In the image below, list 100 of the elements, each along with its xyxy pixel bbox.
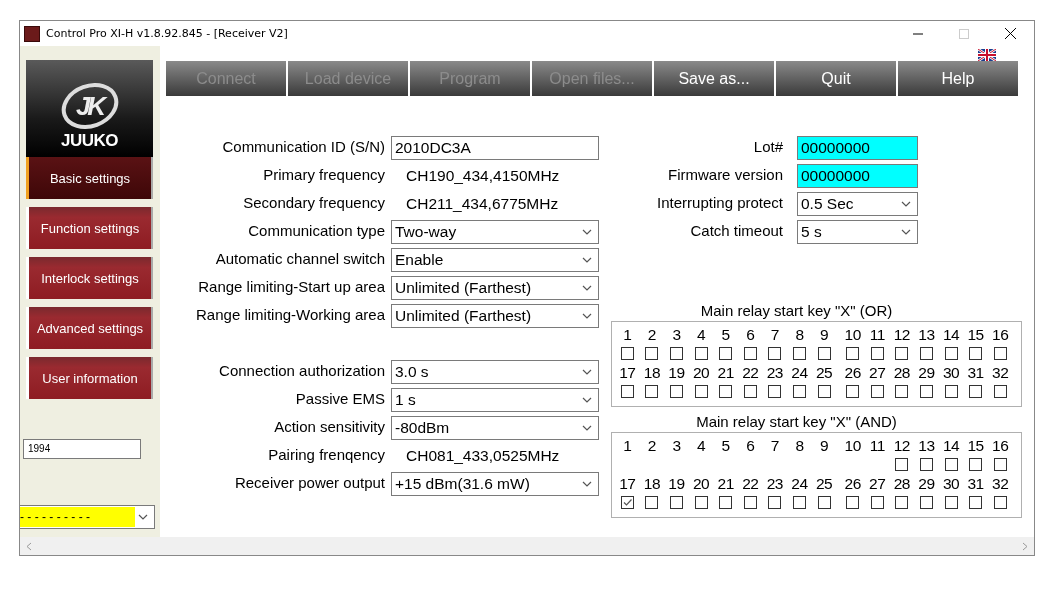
toolbar-button[interactable]: Help <box>898 61 1018 96</box>
key-number: 31 <box>967 475 984 493</box>
field-label: Range limiting-Working area <box>195 305 386 323</box>
select-field[interactable]: -80dBm <box>391 416 599 440</box>
checkbox[interactable] <box>743 496 757 509</box>
window-title: Control Pro XI-H v1.8.92.845 - [Receiver V2] <box>46 27 288 40</box>
checkbox[interactable] <box>645 496 659 509</box>
nav-button[interactable]: Basic settings <box>26 157 151 199</box>
field-label: Pairing frenqency <box>267 445 386 463</box>
app-icon <box>24 25 40 42</box>
nav-button[interactable]: Function settings <box>26 207 151 249</box>
key-number: 6 <box>746 437 755 455</box>
select-field[interactable]: Unlimited (Farthest) <box>391 304 599 328</box>
checkbox[interactable] <box>895 458 909 471</box>
checkbox[interactable] <box>792 347 806 360</box>
chevron-down-icon <box>582 397 592 403</box>
select-field[interactable]: 0.5 Sec <box>797 192 918 216</box>
checkbox[interactable] <box>993 458 1007 471</box>
checkbox[interactable] <box>846 496 860 509</box>
checkbox[interactable] <box>768 496 782 509</box>
key-number: 4 <box>697 437 706 455</box>
nav-button[interactable]: User information <box>26 357 151 399</box>
key-number: 26 <box>844 364 861 382</box>
checkbox[interactable] <box>817 385 831 398</box>
checkbox[interactable] <box>719 347 733 360</box>
checkbox[interactable] <box>969 458 983 471</box>
checkbox[interactable] <box>670 385 683 398</box>
nav-button[interactable]: Interlock settings <box>26 257 151 299</box>
select-field[interactable]: +15 dBm(31.6 mW) <box>391 472 599 496</box>
checkbox[interactable] <box>944 458 958 471</box>
combo-field[interactable]: - - - - - - - - - - <box>20 505 155 529</box>
checkbox[interactable] <box>743 385 757 398</box>
checkbox[interactable] <box>694 385 708 398</box>
checkbox[interactable] <box>919 385 933 398</box>
checkbox[interactable] <box>645 385 659 398</box>
checkbox[interactable] <box>792 385 806 398</box>
select-field[interactable]: 3.0 s <box>391 360 599 384</box>
id-field[interactable]: 2010DC3A <box>391 136 599 160</box>
select-field[interactable]: Enable <box>391 248 599 272</box>
chevron-down-icon <box>582 313 592 319</box>
checkbox[interactable] <box>895 347 909 360</box>
checkbox[interactable] <box>694 347 708 360</box>
checkbox[interactable] <box>694 496 708 509</box>
select-field[interactable]: Unlimited (Farthest) <box>391 276 599 300</box>
field-label: Secondary frequency <box>242 193 386 211</box>
toolbar-button[interactable]: Quit <box>776 61 896 96</box>
checkbox[interactable] <box>969 347 983 360</box>
checkbox[interactable] <box>919 458 933 471</box>
select-field[interactable]: 5 s <box>797 220 918 244</box>
value-field[interactable]: 00000000 <box>797 136 918 160</box>
checkbox[interactable] <box>719 385 733 398</box>
checkbox[interactable] <box>792 496 806 509</box>
checkbox[interactable] <box>993 385 1007 398</box>
field-label: Lot# <box>752 137 784 155</box>
checkbox[interactable] <box>993 347 1007 360</box>
code-field[interactable]: 1994 <box>23 439 141 459</box>
flag-icon[interactable] <box>978 49 996 61</box>
field-label: Primary frequency <box>262 165 386 183</box>
checkbox[interactable] <box>743 347 757 360</box>
checkbox[interactable] <box>846 385 860 398</box>
checkbox[interactable] <box>870 496 884 509</box>
select-field[interactable]: 1 s <box>391 388 599 412</box>
key-number: 13 <box>918 437 935 455</box>
key-number: 2 <box>647 437 656 455</box>
checkbox[interactable] <box>944 496 958 509</box>
checkbox[interactable] <box>895 385 909 398</box>
checkbox[interactable] <box>944 347 958 360</box>
key-number: 32 <box>992 475 1009 493</box>
checkbox[interactable] <box>817 347 831 360</box>
checkbox[interactable] <box>645 347 659 360</box>
close-icon[interactable] <box>1005 28 1016 39</box>
key-number: 4 <box>697 326 706 344</box>
checkbox[interactable] <box>620 385 634 398</box>
checkbox[interactable] <box>895 496 909 509</box>
key-number: 12 <box>893 326 910 344</box>
checkbox[interactable] <box>620 496 634 509</box>
checkbox[interactable] <box>846 347 860 360</box>
key-number: 10 <box>844 437 861 455</box>
toolbar-button[interactable]: Save as... <box>654 61 774 96</box>
checkbox[interactable] <box>993 496 1007 509</box>
key-number: 1 <box>623 437 632 455</box>
value-field[interactable]: 00000000 <box>797 164 918 188</box>
checkbox[interactable] <box>768 385 782 398</box>
checkbox[interactable] <box>670 347 683 360</box>
checkbox[interactable] <box>944 385 958 398</box>
checkbox[interactable] <box>870 385 884 398</box>
checkbox[interactable] <box>969 385 983 398</box>
checkbox[interactable] <box>870 347 884 360</box>
checkbox[interactable] <box>620 347 634 360</box>
checkbox[interactable] <box>919 347 933 360</box>
checkbox[interactable] <box>817 496 831 509</box>
checkbox[interactable] <box>969 496 983 509</box>
key-number: 7 <box>770 437 779 455</box>
select-field[interactable]: Two-way <box>391 220 599 244</box>
checkbox[interactable] <box>670 496 683 509</box>
field-label: Communication ID (S/N) <box>221 137 386 155</box>
checkbox[interactable] <box>919 496 933 509</box>
checkbox[interactable] <box>719 496 733 509</box>
nav-button[interactable]: Advanced settings <box>26 307 151 349</box>
checkbox[interactable] <box>768 347 782 360</box>
